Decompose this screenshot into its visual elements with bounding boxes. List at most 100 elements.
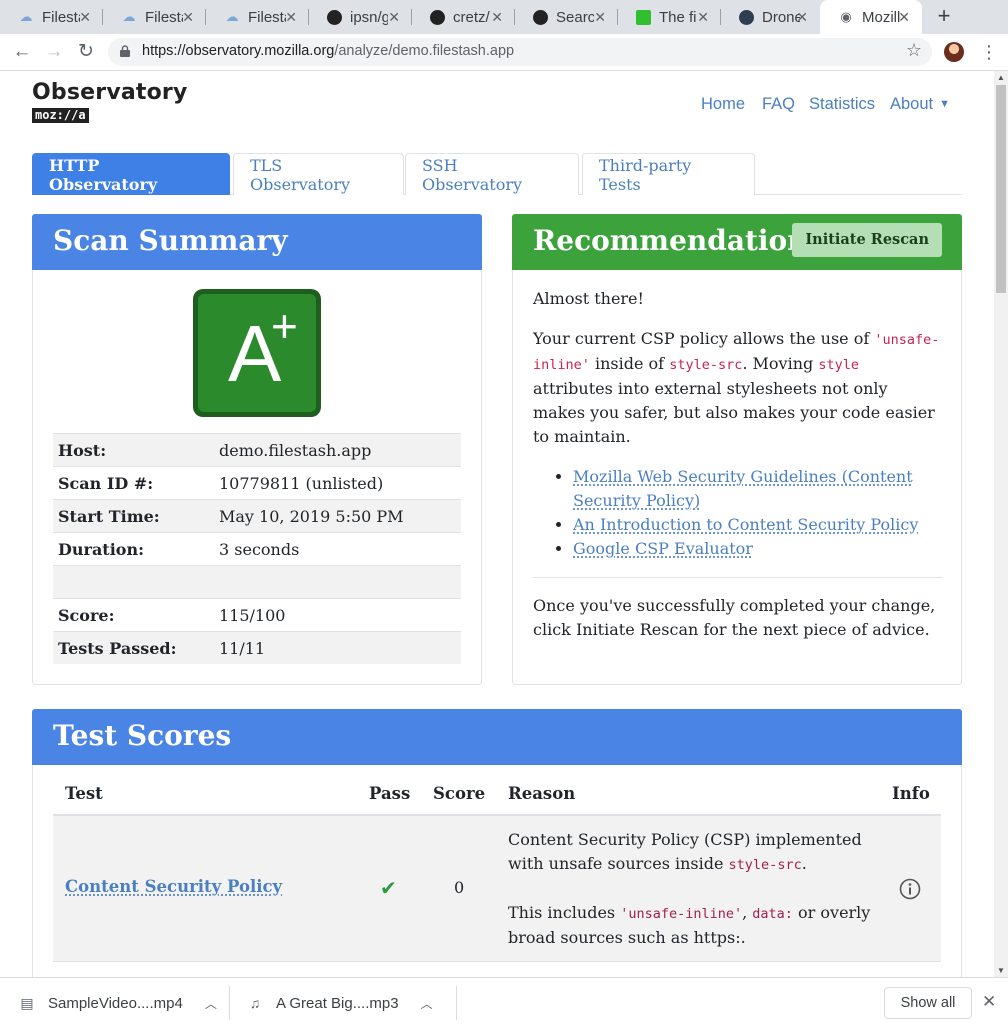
- grade-badge: A +: [193, 289, 321, 417]
- nav-statistics[interactable]: Statistics: [809, 95, 875, 114]
- test-scores-table: Test Pass Score Reason Info Content Secu…: [53, 774, 941, 962]
- page-scrollbar[interactable]: ▲ ▼: [994, 71, 1008, 977]
- browser-tab-label: ipsn/go-: [350, 8, 388, 26]
- close-icon[interactable]: ✕: [796, 9, 808, 26]
- address-bar[interactable]: https://observatory.mozilla.org/analyze/…: [108, 38, 932, 66]
- browser-tab-strip: ☁ Filestash ✕ ☁ Filestash ✕ ☁ Filestash …: [0, 0, 1008, 34]
- cloud-icon: ☁: [19, 9, 33, 24]
- summary-row-scan-id: Scan ID #: 10779811 (unlisted): [53, 466, 461, 499]
- tab-tls-observatory[interactable]: TLS Observatory: [233, 153, 404, 195]
- browser-tab[interactable]: cretz/ ✕: [412, 0, 515, 34]
- url-text: https://observatory.mozilla.org/analyze/…: [142, 43, 515, 59]
- cloud-icon: ☁: [225, 9, 239, 24]
- nav-faq[interactable]: FAQ: [762, 95, 795, 114]
- browser-tab[interactable]: ipsn/go- ✕: [309, 0, 412, 34]
- close-icon[interactable]: ✕: [182, 9, 194, 26]
- scroll-up-arrow-icon[interactable]: ▲: [997, 73, 1005, 82]
- github-icon: [533, 9, 548, 25]
- test-scores-title: Test Scores: [32, 709, 962, 765]
- observatory-tabs: HTTP Observatory TLS Observatory SSH Obs…: [32, 153, 962, 195]
- scan-summary-title: Scan Summary: [32, 214, 482, 270]
- browser-tab[interactable]: Drone ✕: [721, 0, 820, 34]
- summary-row-blank: [53, 565, 461, 598]
- close-icon[interactable]: ✕: [491, 9, 503, 26]
- browser-tab[interactable]: ☁ Filestash ✕: [0, 0, 103, 34]
- recommendation-links: Mozilla Web Security Guidelines (Content…: [533, 465, 943, 561]
- show-all-downloads-button[interactable]: Show all: [884, 987, 972, 1019]
- browser-tab[interactable]: ☁ Filestash ✕: [206, 0, 309, 34]
- test-scores-card: Test Scores Test Pass Score Reason Info …: [32, 709, 962, 977]
- header-info: Info: [892, 784, 930, 803]
- test-link-content-security-policy[interactable]: Content Security Policy: [65, 877, 282, 896]
- close-icon[interactable]: ✕: [697, 9, 709, 26]
- recommendation-paragraph: Your current CSP policy allows the use o…: [533, 329, 940, 446]
- browser-tab-label: The fi: [659, 8, 697, 26]
- page-viewport: Observatory moz://a Home FAQ Statistics …: [0, 71, 994, 977]
- recommendation-title: Recommendation Initiate Rescan: [512, 214, 962, 270]
- link-mozilla-web-security-guidelines[interactable]: Mozilla Web Security Guidelines (Content…: [573, 467, 913, 510]
- profile-avatar[interactable]: [944, 42, 964, 62]
- cloud-icon: ☁: [122, 9, 136, 24]
- summary-table: Host: demo.filestash.app Scan ID #: 107798…: [53, 433, 461, 664]
- browser-tab-label: Search: [556, 8, 594, 26]
- recommendation-body: Almost there! Your current CSP policy al…: [533, 287, 943, 658]
- info-icon[interactable]: [899, 878, 921, 900]
- browser-tab-active[interactable]: ◉ Mozilla ✕: [820, 0, 922, 34]
- summary-row-score: Score: 115/100: [53, 598, 461, 631]
- browser-tab-label: Filestash: [248, 8, 286, 26]
- header-test: Test: [65, 784, 103, 803]
- bookmark-star-icon[interactable]: ☆: [906, 40, 922, 61]
- menu-kebab-icon[interactable]: ⋮: [980, 42, 998, 62]
- close-icon[interactable]: ✕: [594, 9, 606, 26]
- scan-summary-card: Scan Summary A + Host: demo.filestash.app…: [32, 214, 482, 685]
- initiate-rescan-button[interactable]: Initiate Rescan: [792, 223, 942, 257]
- download-filename: SampleVideo....mp4: [48, 994, 183, 1012]
- link-intro-to-csp[interactable]: An Introduction to Content Security Poli…: [573, 515, 918, 534]
- download-filename: A Great Big....mp3: [276, 994, 399, 1012]
- lock-icon: [120, 45, 130, 57]
- close-icon[interactable]: ✕: [388, 9, 400, 26]
- monster-icon: [636, 9, 651, 25]
- download-item[interactable]: ▤ SampleVideo....mp4 ︿: [20, 986, 217, 1020]
- tab-http-observatory[interactable]: HTTP Observatory: [32, 153, 230, 195]
- download-item[interactable]: ♫ A Great Big....mp3 ︿: [248, 986, 433, 1020]
- browser-tab[interactable]: Search ✕: [515, 0, 618, 34]
- recommendation-intro: Almost there!: [533, 289, 644, 308]
- nav-home[interactable]: Home: [701, 95, 745, 114]
- tab-third-party-tests[interactable]: Third-party Tests: [582, 153, 755, 195]
- github-icon: [327, 9, 342, 25]
- browser-tab[interactable]: ☁ Filestash ✕: [103, 0, 206, 34]
- browser-tab-label: Mozilla: [862, 8, 900, 26]
- video-file-icon: ▤: [20, 995, 34, 1011]
- close-icon[interactable]: ✕: [982, 992, 996, 1012]
- close-icon[interactable]: ✕: [79, 9, 91, 26]
- table-header-row: Test Pass Score Reason Info: [53, 774, 941, 816]
- new-tab-button[interactable]: +: [932, 4, 956, 28]
- browser-tab-label: Filestash: [42, 8, 80, 26]
- reason-text: Content Security Policy (CSP) implemente…: [508, 830, 871, 947]
- nav-about[interactable]: About ▼: [890, 95, 950, 114]
- reload-icon[interactable]: ↻: [74, 40, 98, 64]
- back-arrow-icon[interactable]: ←: [10, 40, 34, 64]
- summary-row-tests-passed: Tests Passed: 11/11: [53, 631, 461, 664]
- logo-title[interactable]: Observatory: [32, 80, 188, 105]
- link-google-csp-evaluator[interactable]: Google CSP Evaluator: [573, 539, 753, 558]
- header-pass: Pass: [369, 784, 411, 803]
- close-icon[interactable]: ✕: [285, 9, 297, 26]
- table-row: Content Security Policy ✔ 0 Content Secu…: [53, 816, 941, 962]
- tab-ssh-observatory[interactable]: SSH Observatory: [405, 153, 579, 195]
- forward-arrow-icon[interactable]: →: [42, 40, 66, 64]
- recommendation-card: Recommendation Initiate Rescan Almost th…: [512, 214, 962, 685]
- recommendation-outro: Once you've successfully completed your …: [533, 596, 936, 639]
- scroll-down-arrow-icon[interactable]: ▼: [997, 966, 1005, 975]
- divider: [533, 577, 943, 578]
- browser-tab[interactable]: The fi ✕: [618, 0, 721, 34]
- mozilla-logo[interactable]: moz://a: [32, 108, 89, 123]
- drone-icon: [739, 9, 754, 25]
- browser-tab-label: Filestash: [145, 8, 183, 26]
- close-icon[interactable]: ✕: [898, 9, 910, 26]
- chevron-up-icon[interactable]: ︿: [421, 995, 433, 1012]
- scrollbar-thumb[interactable]: [996, 85, 1006, 293]
- summary-row-host: Host: demo.filestash.app: [53, 433, 461, 466]
- chevron-up-icon[interactable]: ︿: [205, 995, 217, 1012]
